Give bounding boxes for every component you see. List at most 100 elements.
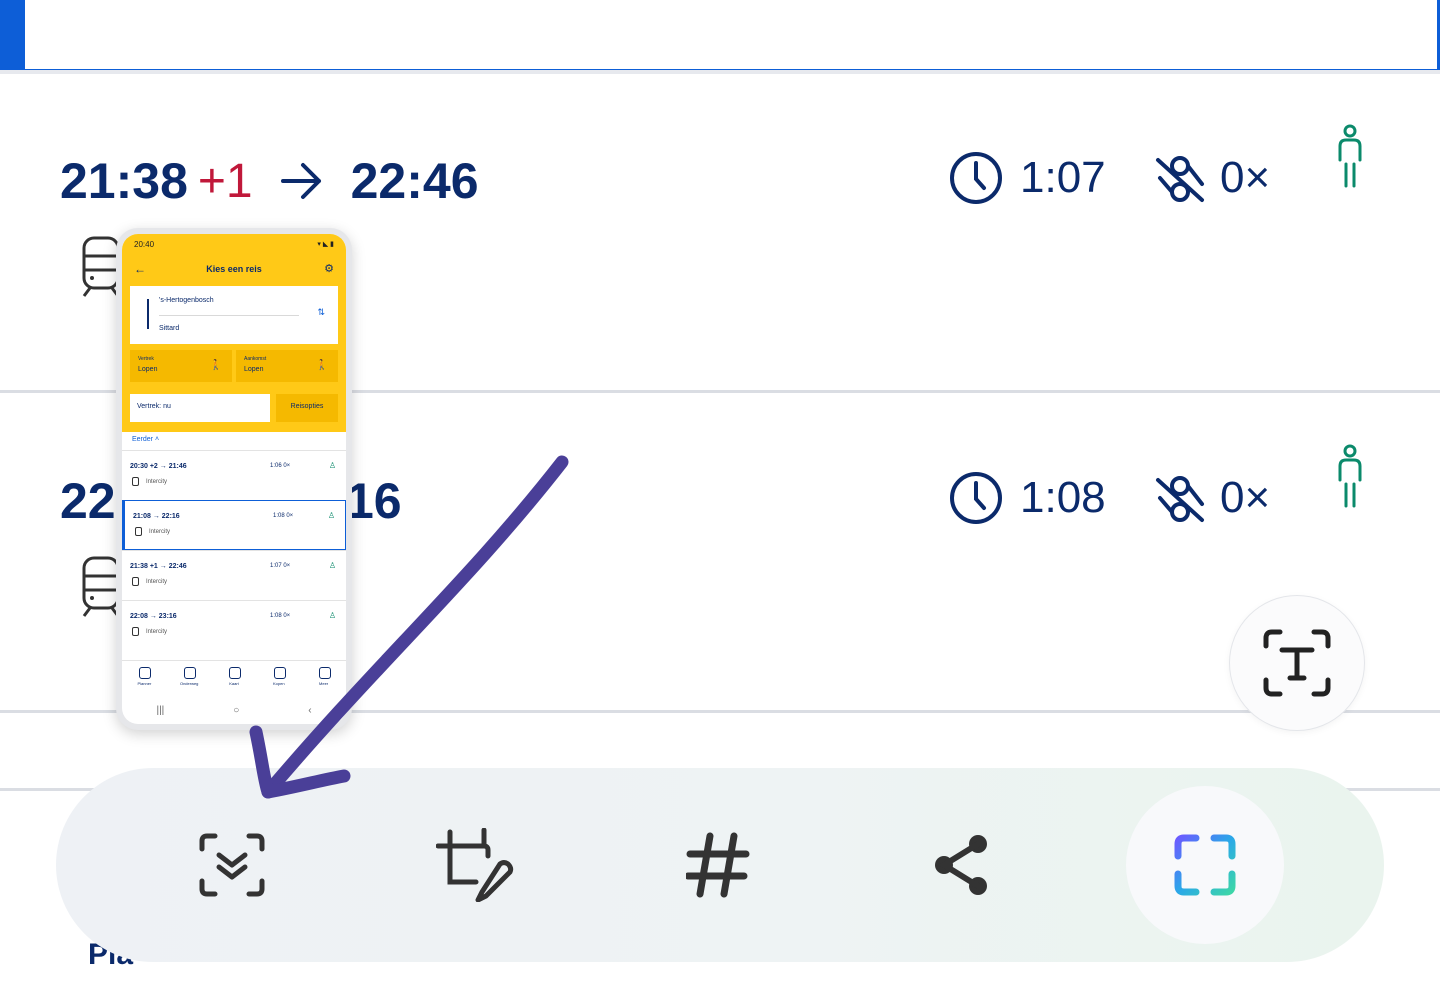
crowd-indicator-icon: ♙ — [328, 461, 336, 470]
thumb-row: 20:30 +2 → 21:46 1:06 0× Intercity ♙ — [122, 450, 346, 500]
train-icon — [132, 477, 139, 486]
thumb-aankomst-value: Lopen — [244, 366, 264, 373]
extract-text-button[interactable] — [1230, 596, 1364, 730]
arrive-time: 22:46 — [350, 153, 479, 209]
expand-capture-button[interactable] — [1126, 786, 1284, 944]
crowd-indicator-icon — [1338, 124, 1362, 188]
route-line — [147, 299, 149, 329]
thumb-row-meta: 1:08 0× — [273, 513, 294, 519]
crowd-indicator-icon: ♙ — [328, 611, 336, 620]
thumb-row-time: 22:08 → 23:16 — [130, 613, 177, 620]
thumb-row-time: 21:08 → 22:16 — [133, 513, 180, 520]
thumb-aankomst-label: Aankomst — [244, 356, 267, 362]
thumb-row-selected: 21:08 → 22:16 1:08 0× Intercity ♙ — [122, 500, 346, 550]
thumb-row-kind: Intercity — [149, 529, 171, 535]
thumb-row-kind: Intercity — [146, 629, 168, 635]
thumb-row-meta: 1:07 0× — [270, 563, 291, 569]
day-offset: +1 — [197, 154, 253, 208]
share-icon — [935, 835, 987, 895]
transfers: 0× — [1152, 150, 1270, 206]
thumb-nav-kaart: Kaart — [214, 661, 254, 694]
thumb-to: Sittard — [159, 325, 180, 332]
clock-icon — [950, 152, 1002, 204]
duration-value: 1:08 — [1020, 473, 1106, 522]
crowd-indicator-icon — [1338, 444, 1362, 508]
expand-capture-icon — [1174, 834, 1236, 896]
arrive-time: 16 — [346, 473, 402, 529]
train-icon — [132, 627, 139, 636]
thumb-aankomst-option: Aankomst Lopen 🚶 — [236, 350, 338, 382]
thumb-system-nav: ||| ○ ‹ — [122, 696, 346, 724]
depart-time: 22 — [60, 473, 116, 529]
thumb-nav-planner: Planner — [124, 661, 164, 694]
depart-time: 21:38 — [60, 153, 188, 209]
thumb-row-time: 20:30 +2 → 21:46 — [130, 463, 187, 470]
journey-times: 21:38 +1 22:46 — [60, 152, 479, 210]
share-button[interactable] — [922, 828, 1002, 902]
crowd-indicator-icon: ♙ — [328, 561, 336, 570]
hashtag-icon — [686, 832, 750, 898]
thumb-earlier-label: Eerder — [132, 436, 154, 443]
search-field[interactable] — [22, 0, 1440, 72]
journey-times-end: 16 — [346, 472, 402, 530]
smart-select-button[interactable] — [192, 828, 272, 902]
thumb-vertrek-option: Vertrek Lopen 🚶 — [130, 350, 232, 382]
thumb-row-meta: 1:06 0× — [270, 463, 291, 469]
focus-accent — [0, 0, 24, 72]
transfers-value: 0× — [1220, 473, 1271, 522]
gear-icon: ⚙ — [324, 263, 334, 275]
train-icon — [82, 556, 120, 617]
route-separator — [159, 315, 299, 316]
thumb-route-card: 's-Hertogenbosch Sittard ⇅ — [130, 286, 338, 344]
recents-icon: ||| — [156, 704, 165, 716]
top-bar-shadow — [0, 70, 1440, 74]
thumb-row: 22:08 → 23:16 1:08 0× Intercity ♙ — [122, 600, 346, 650]
hashtag-button[interactable] — [678, 828, 758, 902]
thumb-vertrek-value: Lopen — [138, 366, 158, 373]
thumb-options-button: Reisopties — [276, 394, 338, 422]
thumb-nav-kopen: Kopen — [259, 661, 299, 694]
thumb-row-time: 21:38 +1 → 22:46 — [130, 563, 187, 570]
thumb-depart-field: Vertrek: nu — [130, 394, 270, 422]
thumb-status-time: 20:40 — [134, 240, 155, 249]
duration-value: 1:07 — [1020, 153, 1106, 202]
transfers: 0× — [1152, 470, 1270, 526]
smart-select-icon — [199, 833, 265, 897]
screenshot-thumbnail[interactable]: 20:40 ▾ ◣ ▮ ← Kies een reis ⚙ 's-Hertoge… — [116, 228, 352, 730]
thumb-row-meta: 1:08 0× — [270, 613, 291, 619]
crop-edit-button[interactable] — [436, 828, 516, 902]
thumb-nav-meer: Meer — [304, 661, 344, 694]
train-icon — [135, 527, 142, 536]
crowd-indicator-icon: ♙ — [327, 511, 335, 520]
thumb-status-icons: ▾ ◣ ▮ — [317, 241, 334, 248]
duration: 1:07 — [948, 150, 1106, 206]
thumb-row-kind: Intercity — [146, 479, 168, 485]
arrow-right-icon — [280, 163, 321, 199]
transfer-icon — [1156, 156, 1204, 202]
journey-times: 22 — [60, 472, 116, 530]
thumb-bottom-nav: Planner Onderweg Kaart Kopen Meer — [122, 660, 346, 694]
thumb-row-kind: Intercity — [146, 579, 168, 585]
thumb-vertrek-label: Vertrek — [138, 356, 154, 362]
back-icon: ‹ — [308, 704, 312, 716]
crop-edit-icon — [436, 828, 514, 902]
thumb-earlier: Eerder ˄ — [132, 436, 160, 443]
thumb-journey-list: 20:30 +2 → 21:46 1:06 0× Intercity ♙ 21:… — [122, 450, 346, 650]
top-bar — [0, 0, 1440, 74]
clock-icon — [950, 472, 1002, 524]
screenshot-toolbar — [56, 768, 1384, 962]
thumb-row: 21:38 +1 → 22:46 1:07 0× Intercity ♙ — [122, 550, 346, 600]
transfers-value: 0× — [1220, 153, 1271, 202]
text-scan-icon — [1263, 629, 1331, 697]
transfer-icon — [1156, 476, 1204, 522]
thumb-title: Kies een reis — [206, 264, 262, 274]
thumb-nav-onderweg: Onderweg — [169, 661, 209, 694]
duration: 1:08 — [948, 470, 1106, 526]
thumbnail-screen: 20:40 ▾ ◣ ▮ ← Kies een reis ⚙ 's-Hertoge… — [122, 234, 346, 724]
train-icon — [132, 577, 139, 586]
thumb-from: 's-Hertogenbosch — [159, 297, 214, 304]
walk-icon: 🚶 — [315, 360, 328, 371]
swap-icon: ⇅ — [317, 307, 325, 317]
home-icon: ○ — [233, 704, 240, 716]
walk-icon: 🚶 — [209, 360, 222, 371]
